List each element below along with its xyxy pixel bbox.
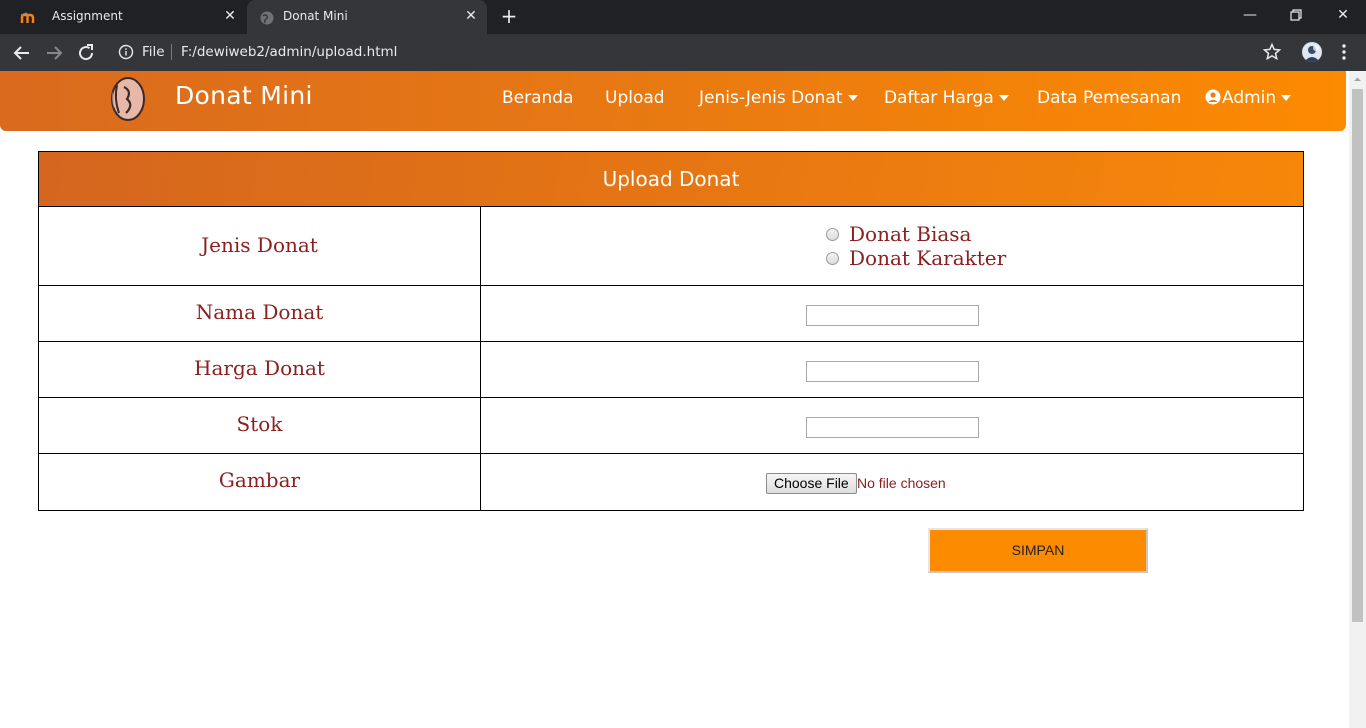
field-label: Stok: [39, 398, 481, 453]
forward-arrow-icon[interactable]: [42, 41, 66, 65]
user-circle-icon: [1205, 89, 1221, 105]
choose-file-button[interactable]: Choose File: [766, 473, 857, 494]
page-scrollbar[interactable]: [1349, 71, 1366, 728]
radio-option-donat-karakter[interactable]: Donat Karakter: [826, 246, 1006, 270]
back-arrow-icon[interactable]: [10, 41, 34, 65]
caret-down-icon: [1281, 95, 1292, 101]
nav-upload[interactable]: Upload: [605, 88, 665, 108]
tab-close-icon[interactable]: ✕: [463, 8, 479, 24]
radio-button[interactable]: [826, 251, 839, 265]
caret-down-icon: [998, 95, 1009, 101]
reload-icon[interactable]: [74, 41, 98, 65]
radio-button[interactable]: [826, 227, 839, 241]
tab-close-icon[interactable]: ✕: [222, 8, 238, 24]
radio-label: Donat Biasa: [849, 222, 972, 246]
form-row-stok: Stok: [39, 398, 1303, 454]
radio-option-donat-biasa[interactable]: Donat Biasa: [826, 222, 1006, 246]
browser-tab-donat-mini[interactable]: Donat Mini ✕: [247, 0, 487, 34]
page-viewport: Donat Mini Beranda Upload Jenis-Jenis Do…: [0, 71, 1366, 728]
more-menu-icon[interactable]: [1334, 42, 1354, 62]
field-cell: [481, 342, 1303, 397]
nav-data-pemesanan[interactable]: Data Pemesanan: [1037, 88, 1181, 108]
globe-icon: [260, 11, 274, 25]
address-divider: [171, 44, 172, 60]
simpan-button[interactable]: SIMPAN: [928, 528, 1148, 573]
address-bar[interactable]: File F:/dewiweb2/admin/upload.html: [108, 37, 1290, 67]
tab-title: Assignment: [52, 9, 123, 23]
address-url[interactable]: F:/dewiweb2/admin/upload.html: [181, 44, 397, 60]
field-label: Gambar: [39, 454, 481, 510]
form-row-harga: Harga Donat: [39, 342, 1303, 398]
jenis-radio-group: Donat Biasa Donat Karakter: [826, 222, 1006, 270]
field-label: Jenis Donat: [39, 207, 481, 285]
nav-label: Jenis-Jenis Donat: [699, 88, 843, 108]
nav-daftar-harga[interactable]: Daftar Harga: [884, 88, 1009, 108]
close-window-icon[interactable]: ✕: [1331, 5, 1355, 25]
browser-tab-strip: Assignment ✕ Donat Mini ✕ + — ✕: [0, 0, 1366, 34]
site-brand[interactable]: Donat Mini: [175, 81, 313, 110]
nama-donat-input[interactable]: [806, 305, 979, 326]
form-title: Upload Donat: [39, 152, 1303, 207]
restore-icon[interactable]: [1284, 5, 1308, 25]
field-label: Nama Donat: [39, 286, 481, 341]
stok-input[interactable]: [806, 417, 979, 438]
form-row-jenis: Jenis Donat Donat Biasa Donat Karakter: [39, 207, 1303, 286]
info-icon[interactable]: [118, 44, 134, 60]
field-cell: [481, 286, 1303, 341]
nav-beranda[interactable]: Beranda: [502, 88, 574, 108]
radio-label: Donat Karakter: [849, 246, 1007, 270]
upload-form-table: Upload Donat Jenis Donat Donat Biasa Don…: [38, 151, 1304, 511]
form-row-nama: Nama Donat: [39, 286, 1303, 342]
browser-tab-assignment[interactable]: Assignment ✕: [8, 0, 246, 34]
nav-label: Beranda: [502, 88, 574, 108]
scheme-label: File: [142, 44, 165, 60]
nav-jenis-jenis-donat[interactable]: Jenis-Jenis Donat: [699, 88, 858, 108]
nav-label: Upload: [605, 88, 665, 108]
bookmark-star-icon[interactable]: [1262, 42, 1282, 62]
minimize-icon[interactable]: —: [1238, 5, 1262, 25]
nav-label: Daftar Harga: [884, 88, 994, 108]
site-navbar: Donat Mini Beranda Upload Jenis-Jenis Do…: [0, 71, 1346, 131]
form-row-gambar: Gambar Choose File No file chosen: [39, 454, 1303, 510]
field-label: Harga Donat: [39, 342, 481, 397]
caret-down-icon: [847, 95, 858, 101]
field-cell: Donat Biasa Donat Karakter: [481, 207, 1303, 285]
tab-title: Donat Mini: [283, 9, 348, 23]
new-tab-plus-icon[interactable]: +: [499, 6, 519, 26]
field-cell: [481, 398, 1303, 453]
moodle-favicon-icon: [20, 12, 35, 23]
profile-avatar[interactable]: [1302, 42, 1322, 62]
field-cell: Choose File No file chosen: [481, 454, 1303, 510]
file-status-text: No file chosen: [857, 475, 946, 491]
nav-label: Data Pemesanan: [1037, 88, 1182, 108]
browser-toolbar: File F:/dewiweb2/admin/upload.html: [0, 34, 1366, 71]
scrollbar-thumb[interactable]: [1352, 89, 1363, 622]
nav-admin[interactable]: Admin: [1205, 88, 1292, 108]
harga-donat-input[interactable]: [806, 361, 979, 382]
donut-logo-icon[interactable]: [108, 75, 148, 123]
nav-label: Admin: [1222, 88, 1277, 108]
scroll-up-arrow-icon[interactable]: [1349, 71, 1366, 88]
